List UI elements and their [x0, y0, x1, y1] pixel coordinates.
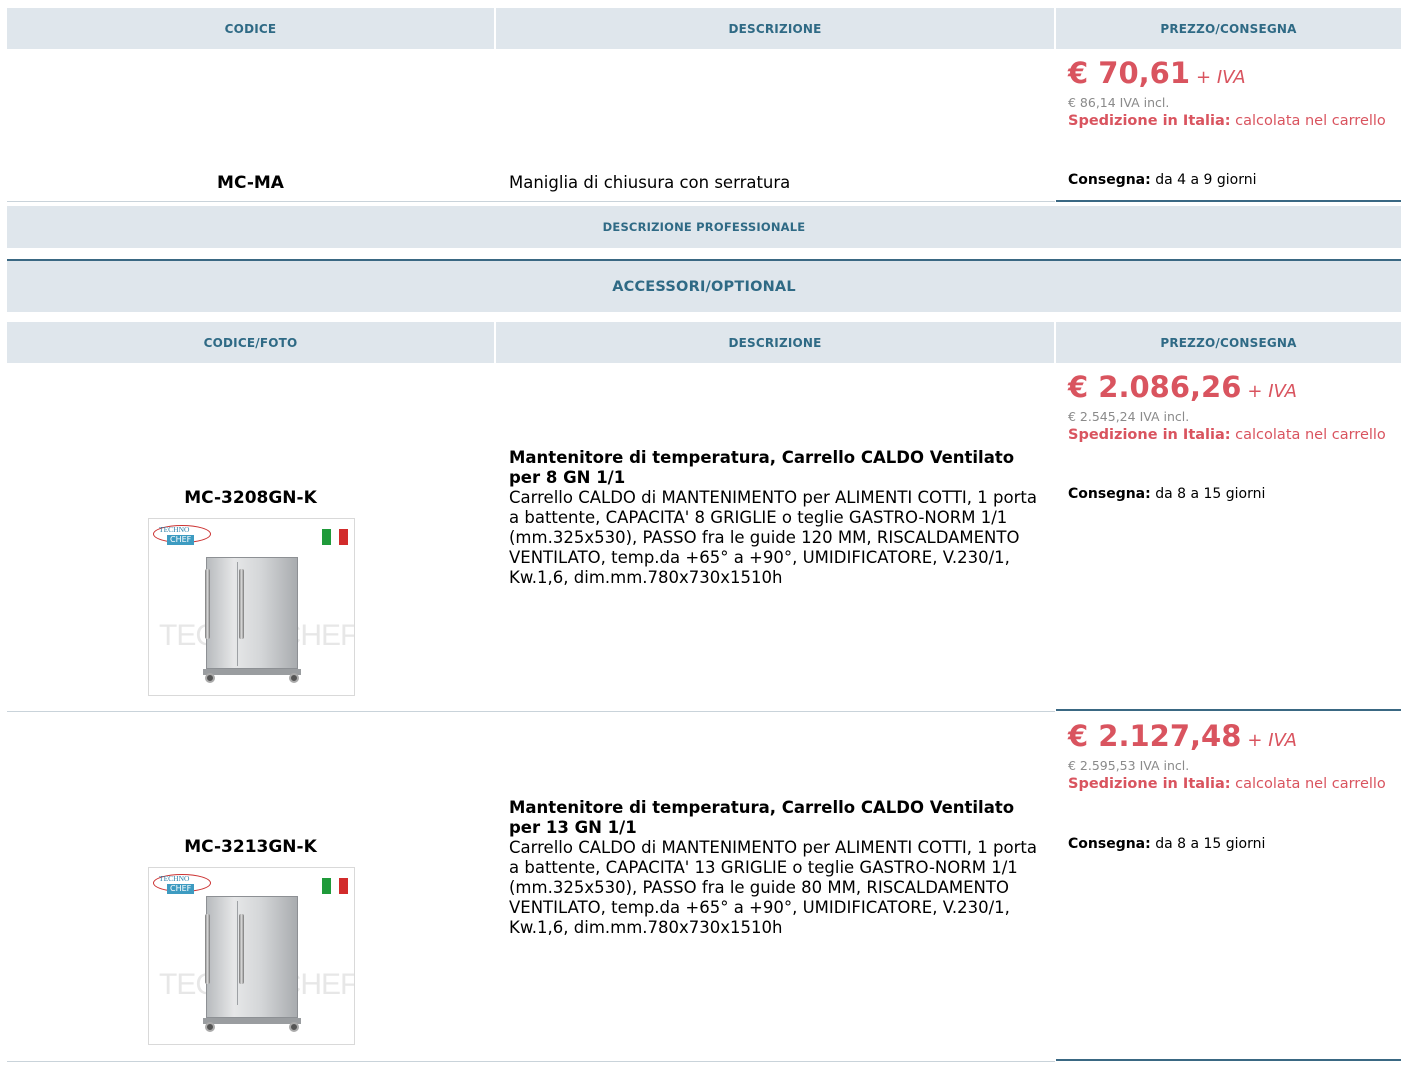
price-value: € 2.086,26 [1068, 370, 1242, 404]
product-photo[interactable]: TECHNOCHEF TECHNOCHEF.IT [148, 867, 355, 1045]
product-photo[interactable]: TECHNOCHEF TECHNOCHEF.IT [148, 518, 355, 696]
price-incl-vat: € 2.545,24 IVA incl. [1068, 409, 1190, 424]
shipping-label: Spedizione in Italia: [1068, 776, 1231, 792]
price-value: € 70,61 [1068, 56, 1191, 90]
shipping-info: Spedizione in Italia: calcolata nel carr… [1068, 425, 1388, 445]
price-value: € 2.127,48 [1068, 719, 1242, 753]
price-block: € 70,61 + IVA € 86,14 IVA incl. Spedizion… [1068, 56, 1388, 131]
delivery-label: Consegna: [1068, 486, 1151, 502]
accessory-details: Carrello CALDO di MANTENIMENTO per ALIME… [509, 488, 1037, 587]
technochef-logo: TECHNO CHEF [153, 872, 213, 898]
price-suffix: + IVA [1247, 730, 1297, 751]
accessory-title[interactable]: Mantenitore di temperatura, Carrello CAL… [509, 448, 1039, 488]
shipping-label: Spedizione in Italia: [1068, 427, 1231, 443]
price-incl-vat: € 86,14 IVA incl. [1068, 95, 1170, 110]
delivery-value: da 8 a 15 giorni [1155, 836, 1266, 852]
accessory-details: Carrello CALDO di MANTENIMENTO per ALIME… [509, 838, 1037, 937]
accessory-price: € 2.086,26 + IVA [1068, 370, 1388, 409]
price-divider [1056, 709, 1401, 711]
shipping-value: calcolata nel carrello [1235, 776, 1386, 792]
shipping-value: calcolata nel carrello [1235, 113, 1386, 129]
price-suffix: + IVA [1196, 67, 1246, 88]
accessory-price-block: € 2.127,48 + IVA € 2.595,53 IVA incl. Spe… [1068, 719, 1388, 794]
accessory-description: Mantenitore di temperatura, Carrello CAL… [509, 798, 1039, 938]
accessories-header-code: CODICE/FOTO [7, 322, 494, 363]
product-code[interactable]: MC-MA [7, 173, 494, 193]
accessory-price-block: € 2.086,26 + IVA € 2.545,24 IVA incl. Spe… [1068, 370, 1388, 445]
accessories-header-description: DESCRIZIONE [496, 322, 1054, 363]
price-divider [1056, 1059, 1401, 1061]
cart-icon [206, 557, 298, 669]
delivery-label: Consegna: [1068, 172, 1151, 188]
shipping-info: Spedizione in Italia: calcolata nel carr… [1068, 774, 1388, 794]
price: € 70,61 + IVA [1068, 56, 1388, 95]
italy-flag-icon [322, 878, 349, 894]
delivery-info: Consegna: da 4 a 9 giorni [1068, 171, 1256, 189]
price-divider [1056, 200, 1401, 202]
product-description: Maniglia di chiusura con serratura [509, 173, 791, 192]
delivery-info: Consegna: da 8 a 15 giorni [1068, 835, 1265, 853]
accessories-title: ACCESSORI/OPTIONAL [7, 261, 1401, 312]
accessory-code[interactable]: MC-3208GN-K [7, 488, 494, 508]
accessory-price: € 2.127,48 + IVA [1068, 719, 1388, 758]
accessories-header-price: PREZZO/CONSEGNA [1056, 322, 1401, 363]
technochef-logo: TECHNO CHEF [153, 523, 213, 549]
accessory-code[interactable]: MC-3213GN-K [7, 837, 494, 857]
price-incl-vat: € 2.595,53 IVA incl. [1068, 758, 1190, 773]
cart-icon [206, 896, 298, 1018]
header-prezzo-consegna: PREZZO/CONSEGNA [1056, 8, 1401, 49]
header-descrizione: DESCRIZIONE [496, 8, 1054, 49]
professional-description-tab[interactable]: DESCRIZIONE PROFESSIONALE [7, 206, 1401, 248]
row-divider [7, 201, 1055, 202]
shipping-value: calcolata nel carrello [1235, 427, 1386, 443]
row-divider [7, 711, 1055, 712]
shipping-label: Spedizione in Italia: [1068, 113, 1231, 129]
accessory-description: Mantenitore di temperatura, Carrello CAL… [509, 448, 1039, 588]
italy-flag-icon [322, 529, 349, 545]
header-codice: CODICE [7, 8, 494, 49]
price-suffix: + IVA [1247, 381, 1297, 402]
row-divider [7, 1061, 1055, 1062]
shipping-info: Spedizione in Italia: calcolata nel carr… [1068, 111, 1388, 131]
delivery-value: da 8 a 15 giorni [1155, 486, 1266, 502]
delivery-label: Consegna: [1068, 836, 1151, 852]
delivery-value: da 4 a 9 giorni [1155, 172, 1257, 188]
accessory-title[interactable]: Mantenitore di temperatura, Carrello CAL… [509, 798, 1039, 838]
delivery-info: Consegna: da 8 a 15 giorni [1068, 485, 1265, 503]
